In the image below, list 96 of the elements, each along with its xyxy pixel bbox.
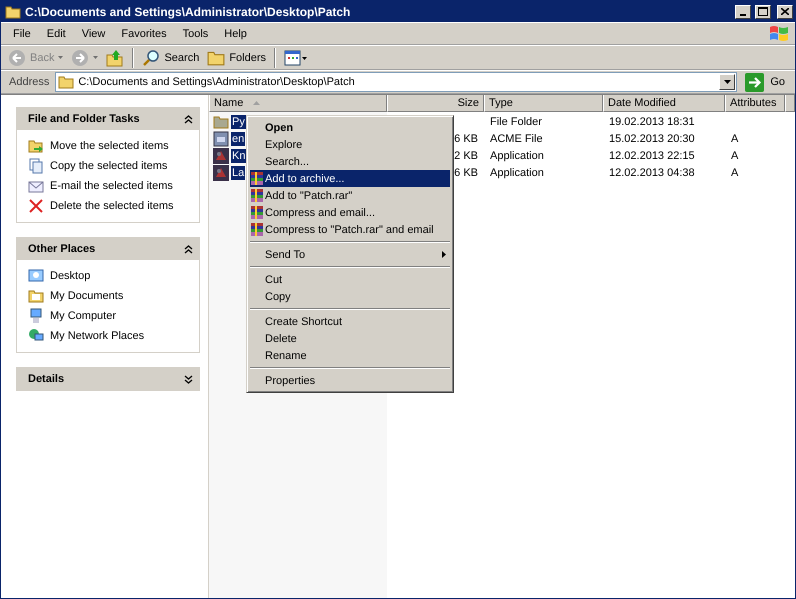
- task-link[interactable]: Move the selected items: [28, 138, 199, 154]
- column-header[interactable]: Name: [209, 95, 387, 112]
- views-icon: [284, 48, 308, 66]
- column-header[interactable]: Type: [484, 95, 603, 112]
- task-link[interactable]: My Network Places: [28, 328, 199, 344]
- context-menu-item[interactable]: Create Shortcut: [250, 313, 450, 330]
- menu-item[interactable]: View: [74, 26, 114, 42]
- document-icon: [28, 158, 44, 174]
- task-link[interactable]: Delete the selected items: [28, 198, 199, 214]
- panel-header[interactable]: File and Folder Tasks: [17, 108, 199, 130]
- panel-header[interactable]: Other Places: [17, 238, 199, 260]
- folder-arrow-icon: [28, 138, 44, 154]
- app-icon: [213, 148, 229, 164]
- table-cell: A: [731, 132, 738, 144]
- table-cell: 15.02.2013 20:30: [609, 132, 695, 144]
- folder-icon: [58, 74, 74, 90]
- table-cell: 12.02.2013 22:15: [609, 150, 695, 162]
- folder-icon: [28, 288, 44, 304]
- context-menu-item[interactable]: Send To: [250, 246, 450, 263]
- panel-header[interactable]: Details: [17, 368, 199, 390]
- books-stack-icon: [250, 171, 264, 186]
- file-name[interactable]: Py: [231, 114, 246, 128]
- address-label: Address: [8, 76, 50, 88]
- menu-item[interactable]: Tools: [174, 26, 216, 42]
- address-field[interactable]: C:\Documents and Settings\Administrator\Desktop\Patch: [55, 72, 738, 92]
- dropdown-arrow-icon: [93, 56, 98, 59]
- context-menu-item[interactable]: Search...: [250, 153, 450, 170]
- context-menu-item[interactable]: Add to archive...: [250, 170, 450, 187]
- task-link[interactable]: My Documents: [28, 288, 199, 304]
- table-cell: 19.02.2013 18:31: [609, 116, 695, 128]
- sort-arrow-icon: [253, 101, 260, 105]
- submenu-arrow-icon: [442, 251, 446, 258]
- minimize-button[interactable]: [735, 4, 751, 18]
- task-link[interactable]: My Computer: [28, 308, 199, 324]
- folder-up-icon: [106, 48, 124, 66]
- file-icon: [213, 130, 229, 146]
- expand-chevron-icon[interactable]: [184, 374, 193, 384]
- table-cell: ACME File: [490, 132, 543, 144]
- delete-icon: [28, 198, 44, 214]
- column-header[interactable]: Attributes: [725, 95, 785, 112]
- context-menu-item[interactable]: Explore: [250, 136, 450, 153]
- menu-item[interactable]: Help: [216, 26, 255, 42]
- dropdown-arrow-icon: [724, 80, 731, 84]
- context-menu-item[interactable]: Open: [250, 119, 450, 136]
- computer-icon: [28, 308, 44, 324]
- maximize-icon: [758, 7, 768, 16]
- context-menu-item[interactable]: Copy: [250, 288, 450, 305]
- go-button[interactable]: Go: [739, 72, 791, 92]
- panel-title: Details: [28, 373, 64, 385]
- table-cell: 12.02.2013 04:38: [609, 166, 695, 178]
- desktop-icon: [28, 268, 44, 284]
- task-link[interactable]: Desktop: [28, 268, 199, 284]
- table-cell: 6 KB: [454, 132, 478, 144]
- close-button[interactable]: [777, 4, 793, 18]
- file-name[interactable]: Kn: [231, 148, 246, 162]
- minimize-icon: [740, 14, 746, 16]
- folder-icon: [5, 4, 21, 20]
- menu-item[interactable]: Favorites: [113, 26, 175, 42]
- file-name[interactable]: La: [231, 166, 246, 180]
- collapse-chevron-icon[interactable]: [184, 114, 193, 124]
- context-menu-item[interactable]: Rename: [250, 347, 450, 364]
- menu-item[interactable]: Edit: [38, 26, 74, 42]
- context-menu-item[interactable]: Compress and email...: [250, 204, 450, 221]
- task-link[interactable]: Copy the selected items: [28, 158, 199, 174]
- table-cell: 2 KB: [454, 150, 478, 162]
- table-cell: A: [731, 150, 738, 162]
- search-button[interactable]: Search: [139, 46, 202, 68]
- table-cell: A: [731, 166, 738, 178]
- column-header[interactable]: Date Modified: [603, 95, 725, 112]
- folders-button[interactable]: Folders: [204, 46, 270, 68]
- context-menu-item[interactable]: Add to "Patch.rar": [250, 187, 450, 204]
- context-menu-item[interactable]: Delete: [250, 330, 450, 347]
- books-stack-icon: [250, 188, 264, 203]
- search-icon: [142, 48, 160, 66]
- table-cell: Application: [490, 166, 544, 178]
- context-menu-item[interactable]: Properties: [250, 372, 450, 389]
- table-cell: File Folder: [490, 116, 542, 128]
- app-icon: [213, 164, 229, 180]
- table-cell: 6 KB: [454, 166, 478, 178]
- panel-title: File and Folder Tasks: [28, 113, 140, 125]
- column-header[interactable]: Size: [387, 95, 484, 112]
- table-cell: Application: [490, 150, 544, 162]
- context-menu-item[interactable]: Compress to "Patch.rar" and email: [250, 221, 450, 238]
- panel-title: Other Places: [28, 243, 96, 255]
- menu-item[interactable]: File: [5, 26, 39, 42]
- dropdown-button[interactable]: [719, 74, 736, 90]
- books-stack-icon: [250, 205, 264, 220]
- context-menu-item[interactable]: Cut: [250, 271, 450, 288]
- books-stack-icon: [250, 222, 264, 237]
- file-name[interactable]: en: [231, 132, 246, 146]
- maximize-button[interactable]: [755, 4, 771, 18]
- dropdown-arrow-icon: [58, 56, 64, 59]
- close-icon: [781, 8, 789, 15]
- window-title: C:\Documents and Settings\Administrator\Desktop\Patch: [25, 4, 352, 18]
- collapse-chevron-icon[interactable]: [184, 244, 193, 254]
- task-link[interactable]: E-mail the selected items: [28, 178, 199, 194]
